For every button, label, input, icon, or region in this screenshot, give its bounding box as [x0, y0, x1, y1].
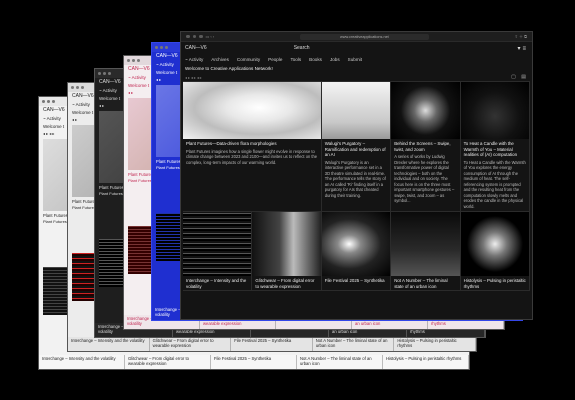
- post-title[interactable]: Histolysis – Pulsing in peristaltic rhyt…: [461, 276, 529, 290]
- maximize-icon[interactable]: [52, 100, 55, 103]
- minimize-icon[interactable]: [160, 46, 163, 49]
- post-title[interactable]: File Festival 2025 – Synthetika: [211, 355, 297, 369]
- close-icon[interactable]: [98, 72, 101, 75]
- post-image[interactable]: [183, 82, 321, 139]
- browser-window-front: ▭ ‹ › www.creativeapplications.net ⇪ ＋ ⧉…: [180, 31, 533, 320]
- post-title[interactable]: File Festival 2025 – Synthetika: [231, 337, 313, 351]
- close-icon[interactable]: [186, 34, 190, 39]
- view-toggle-icon[interactable]: ▢ ▤: [511, 74, 528, 80]
- post-card[interactable]: Histolysis – Pulsing in peristaltic rhyt…: [460, 212, 530, 292]
- post-card[interactable]: Walugi's Purgatory – Ramification and re…: [321, 82, 392, 213]
- post-image[interactable]: [321, 82, 391, 139]
- post-grid-row2: Interchange – Intensity and the volatili…: [183, 212, 530, 292]
- post-image[interactable]: [183, 212, 252, 277]
- nav-people[interactable]: People: [268, 57, 282, 62]
- post-grid: Plant Futures—Data-driven flora morpholo…: [183, 81, 530, 213]
- nav-books[interactable]: Books: [309, 57, 322, 62]
- nav-tools[interactable]: Tools: [290, 57, 301, 62]
- minimize-icon[interactable]: [103, 72, 106, 75]
- minimize-icon[interactable]: [132, 59, 135, 62]
- post-card[interactable]: Behind the Screens – Swipe, twist, and z…: [391, 82, 461, 213]
- post-card[interactable]: Plant Futures—Data-driven flora morpholo…: [183, 82, 322, 213]
- post-card[interactable]: Glitchwear – From digital error to weara…: [252, 212, 322, 292]
- post-title[interactable]: Interchange – Intensity and the volatili…: [183, 276, 251, 290]
- site-header: CAN—V6 Search ▾≡: [181, 42, 532, 54]
- post-image[interactable]: [252, 212, 321, 277]
- nav-archives[interactable]: Archives: [211, 57, 229, 62]
- close-icon[interactable]: [42, 100, 45, 103]
- close-icon[interactable]: [127, 59, 130, 62]
- post-title[interactable]: File Festival 2025 – Synthetika: [322, 276, 390, 290]
- close-icon[interactable]: [71, 86, 74, 89]
- post-image[interactable]: [391, 82, 460, 139]
- search-input[interactable]: Search: [294, 45, 310, 51]
- post-title[interactable]: Glitchwear – From digital error to weara…: [125, 355, 211, 369]
- post-title[interactable]: Interchange – Intensity and the volatili…: [39, 355, 125, 369]
- post-title[interactable]: Glitchwear – From digital error to weara…: [150, 337, 232, 351]
- welcome-banner: Welcome to Creative Applications Network…: [185, 66, 273, 71]
- post-title[interactable]: Not A Number – The liminal state of an u…: [391, 276, 459, 290]
- main-nav: ~ Activity Archives Community People Too…: [181, 54, 532, 64]
- maximize-icon[interactable]: [199, 34, 203, 39]
- post-desc: Plant Futures imagines how a single flow…: [186, 148, 318, 165]
- post-title[interactable]: Not A Number – The liminal state of an u…: [313, 337, 395, 351]
- post-image[interactable]: [321, 212, 391, 277]
- post-image[interactable]: [460, 212, 529, 277]
- post-title[interactable]: Glitchwear – From digital error to weara…: [252, 276, 320, 290]
- post-desc: A series of works by Ludwig Drexler wher…: [394, 154, 455, 204]
- post-desc: Walugi's Purgatory is an interactive per…: [324, 159, 386, 198]
- post-card[interactable]: File Festival 2025 – Synthetika: [321, 212, 392, 292]
- brand-logo[interactable]: CAN—V6: [185, 45, 207, 51]
- maximize-icon[interactable]: [165, 46, 168, 49]
- minimize-icon[interactable]: [192, 34, 196, 39]
- menu-icon[interactable]: ≡: [522, 46, 528, 52]
- post-image[interactable]: [391, 212, 460, 277]
- maximize-icon[interactable]: [137, 59, 140, 62]
- sidebar-icon[interactable]: ▭ ‹ ›: [206, 34, 215, 39]
- browser-toolbar: ▭ ‹ › www.creativeapplications.net ⇪ ＋ ⧉: [181, 32, 532, 42]
- post-title[interactable]: Histolysis – Pulsing in peristaltic rhyt…: [394, 337, 476, 351]
- post-image[interactable]: [460, 82, 529, 139]
- post-title[interactable]: Plant Futures—Data-driven flora morpholo…: [183, 139, 321, 149]
- post-card[interactable]: To Heat a Candle with the Warmth of You …: [460, 82, 530, 213]
- pagination-controls: ◂ ▸ ◂ ▸ ◂ ▸ ▢ ▤: [181, 73, 532, 81]
- minimize-icon[interactable]: [47, 100, 50, 103]
- close-icon[interactable]: [155, 46, 158, 49]
- maximize-icon[interactable]: [81, 86, 84, 89]
- prev-icon[interactable]: ◂ ▸ ◂ ▸ ◂ ▸: [185, 75, 202, 80]
- nav-community[interactable]: Community: [237, 57, 260, 62]
- post-card[interactable]: Interchange – Intensity and the volatili…: [183, 212, 253, 292]
- share-icon[interactable]: ⇪ ＋ ⧉: [515, 34, 527, 40]
- post-card[interactable]: Not A Number – The liminal state of an u…: [391, 212, 461, 292]
- post-desc: To Heat a Candle with the Warmth of You …: [463, 159, 526, 209]
- post-title[interactable]: Behind the Screens – Swipe, twist, and z…: [391, 139, 459, 154]
- nav-activity[interactable]: ~ Activity: [185, 57, 203, 62]
- address-bar[interactable]: www.creativeapplications.net: [299, 33, 429, 40]
- post-title[interactable]: Not A Number – The liminal state of an u…: [297, 355, 383, 369]
- nav-submit[interactable]: Submit: [348, 57, 362, 62]
- post-title[interactable]: Histolysis – Pulsing in peristaltic rhyt…: [383, 355, 469, 369]
- maximize-icon[interactable]: [108, 72, 111, 75]
- post-title[interactable]: Walugi's Purgatory – Ramification and re…: [322, 139, 390, 160]
- nav-jobs[interactable]: Jobs: [330, 57, 340, 62]
- post-title[interactable]: Interchange – Intensity and the volatili…: [68, 337, 150, 351]
- post-title[interactable]: To Heat a Candle with the Warmth of You …: [461, 139, 529, 160]
- minimize-icon[interactable]: [76, 86, 79, 89]
